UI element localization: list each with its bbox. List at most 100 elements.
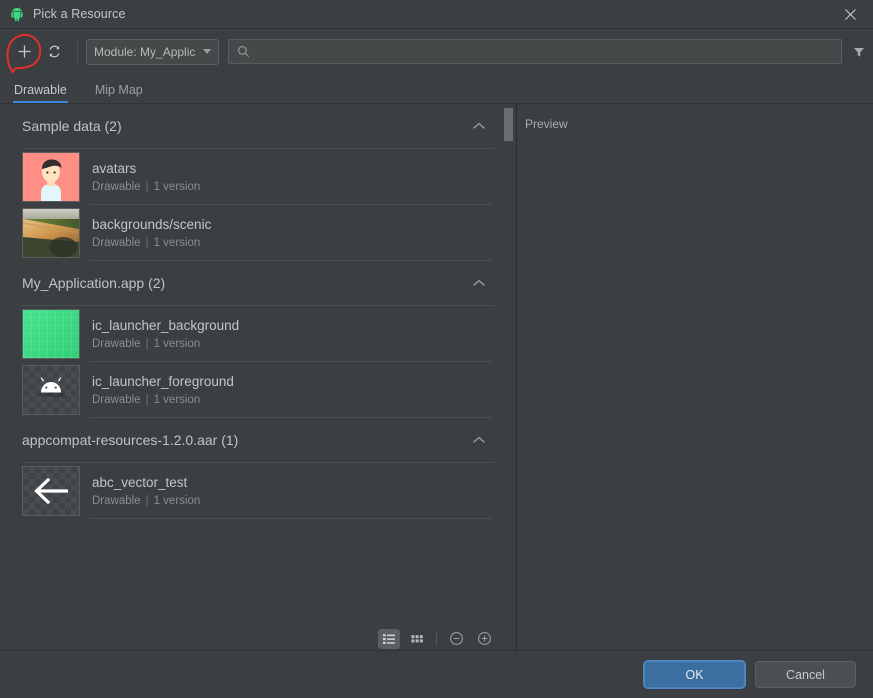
resource-subtitle: Drawable | 1 version — [92, 394, 234, 407]
resource-type: Drawable — [92, 494, 141, 507]
grid-view-button[interactable] — [406, 629, 428, 649]
subtitle-separator: | — [145, 337, 149, 350]
section-header-appcompat-resources[interactable]: appcompat-resources-1.2.0.aar (1) — [0, 418, 516, 462]
resource-meta: ic_launcher_background Drawable | 1 versio… — [92, 318, 239, 351]
refresh-button[interactable] — [40, 38, 68, 66]
zoom-in-button[interactable] — [473, 629, 495, 649]
resource-meta: abc_vector_test Drawable | 1 version — [92, 475, 200, 508]
section-header-sample-data[interactable]: Sample data (2) — [0, 104, 516, 148]
row-rule — [90, 518, 492, 519]
subtitle-separator: | — [145, 236, 149, 249]
resource-type: Drawable — [92, 393, 141, 406]
chevron-up-icon[interactable] — [472, 122, 486, 130]
avatar-illustration — [23, 153, 79, 201]
android-icon — [11, 7, 23, 22]
resource-name: ic_launcher_background — [92, 317, 240, 333]
preview-pane: Preview — [517, 104, 873, 650]
circle-minus-icon — [449, 632, 463, 645]
refresh-icon — [49, 45, 59, 58]
scenic-artwork — [23, 209, 79, 257]
resource-list-pane: Sample data (2) avatars Drawable | 1 ver… — [0, 104, 516, 627]
resource-meta: avatars Drawable | 1 version — [92, 161, 200, 194]
list-view-icon — [383, 633, 395, 644]
android-head-icon — [37, 377, 67, 398]
resource-row-backgrounds-scenic[interactable]: backgrounds/scenic Drawable | 1 version — [0, 205, 516, 261]
thumbnail-abc-vector-test — [22, 466, 80, 516]
resource-row-abc-vector-test[interactable]: abc_vector_test Drawable | 1 version — [0, 463, 516, 519]
resource-subtitle: Drawable | 1 version — [92, 181, 200, 194]
thumbnail-backgrounds-scenic — [22, 208, 80, 258]
resource-versions: 1 version — [153, 494, 201, 507]
avatar-artwork — [23, 153, 79, 201]
resource-list-scroll[interactable]: Sample data (2) avatars Drawable | 1 ver… — [0, 104, 516, 627]
thumbnail-ic-launcher-foreground — [22, 365, 80, 415]
footer-divider — [436, 631, 437, 646]
resource-row-ic-launcher-background[interactable]: ic_launcher_background Drawable | 1 versio… — [0, 306, 516, 362]
list-scrollbar-thumb[interactable] — [504, 108, 513, 141]
resource-versions: 1 version — [153, 393, 201, 406]
resource-meta: ic_launcher_foreground Drawable | 1 versio… — [92, 374, 234, 407]
resource-row-avatars[interactable]: avatars Drawable | 1 version — [0, 149, 516, 205]
tab-mip-map-label: Mip Map — [94, 82, 143, 97]
resource-name: avatars — [92, 160, 137, 176]
resource-type-tabs: Drawable Mip Map — [0, 75, 873, 103]
tab-drawable[interactable]: Drawable — [0, 76, 81, 103]
list-scrollbar[interactable] — [504, 104, 514, 627]
resource-row-ic-launcher-foreground[interactable]: ic_launcher_foreground Drawable | 1 versio… — [0, 362, 516, 418]
green-artwork — [23, 310, 79, 358]
resource-type: Drawable — [92, 337, 141, 350]
thumbnail-ic-launcher-background — [22, 309, 80, 359]
cancel-button[interactable]: Cancel — [755, 661, 856, 688]
resource-section: My_Application.app (2) ic_launcher_backg… — [0, 261, 516, 418]
subtitle-separator: | — [145, 180, 149, 193]
tab-mip-map[interactable]: Mip Map — [81, 76, 157, 103]
section-header-my-application-app[interactable]: My_Application.app (2) — [0, 261, 516, 305]
ok-button[interactable]: OK — [644, 661, 745, 688]
subtitle-separator: | — [145, 494, 149, 507]
module-dropdown[interactable]: Module: My_Applica — [86, 38, 219, 65]
chevron-down-icon — [203, 48, 211, 54]
section-title: Sample data (2) — [22, 118, 122, 134]
circle-plus-icon — [477, 632, 491, 645]
filter-icon — [854, 47, 864, 57]
tab-drawable-label: Drawable — [14, 82, 67, 97]
preview-label: Preview — [525, 117, 568, 131]
resource-type: Drawable — [92, 180, 141, 193]
list-view-toolbar — [0, 627, 516, 650]
section-title: appcompat-resources-1.2.0.aar (1) — [22, 432, 239, 448]
plus-icon — [18, 45, 30, 58]
search-input[interactable] — [255, 44, 841, 59]
resource-versions: 1 version — [153, 180, 201, 193]
add-resource-button[interactable] — [10, 38, 38, 66]
list-view-button[interactable] — [378, 628, 400, 649]
resource-meta: backgrounds/scenic Drawable | 1 version — [92, 217, 211, 250]
resource-name: abc_vector_test — [92, 474, 188, 490]
resource-type: Drawable — [92, 236, 141, 249]
resource-subtitle: Drawable | 1 version — [92, 338, 239, 351]
search-field[interactable] — [228, 39, 842, 64]
toolbar-divider — [77, 40, 78, 63]
chevron-up-icon[interactable] — [472, 279, 486, 287]
resource-name: ic_launcher_foreground — [92, 373, 234, 389]
grid-view-icon — [411, 634, 423, 642]
dialog-footer: OK Cancel — [0, 651, 873, 698]
chevron-up-icon[interactable] — [472, 436, 486, 444]
back-arrow-icon — [34, 477, 68, 505]
resource-toolbar: Module: My_Applica — [0, 29, 873, 74]
resource-subtitle: Drawable | 1 version — [92, 237, 211, 250]
resource-versions: 1 version — [153, 236, 201, 249]
resource-versions: 1 version — [153, 337, 201, 350]
search-icon — [238, 46, 250, 58]
close-icon[interactable] — [827, 0, 873, 28]
window-title: Pick a Resource — [33, 7, 126, 21]
thumbnail-avatars — [22, 152, 80, 202]
resource-section: Sample data (2) avatars Drawable | 1 ver… — [0, 104, 516, 261]
zoom-out-button[interactable] — [445, 629, 467, 649]
scenic-illustration — [23, 209, 79, 257]
resource-subtitle: Drawable | 1 version — [92, 495, 200, 508]
module-dropdown-label: Module: My_Applica — [94, 44, 195, 59]
section-title: My_Application.app (2) — [22, 275, 166, 291]
resource-section: appcompat-resources-1.2.0.aar (1) abc_ve… — [0, 418, 516, 519]
window-titlebar: Pick a Resource — [0, 0, 873, 29]
filter-button[interactable] — [848, 40, 870, 64]
